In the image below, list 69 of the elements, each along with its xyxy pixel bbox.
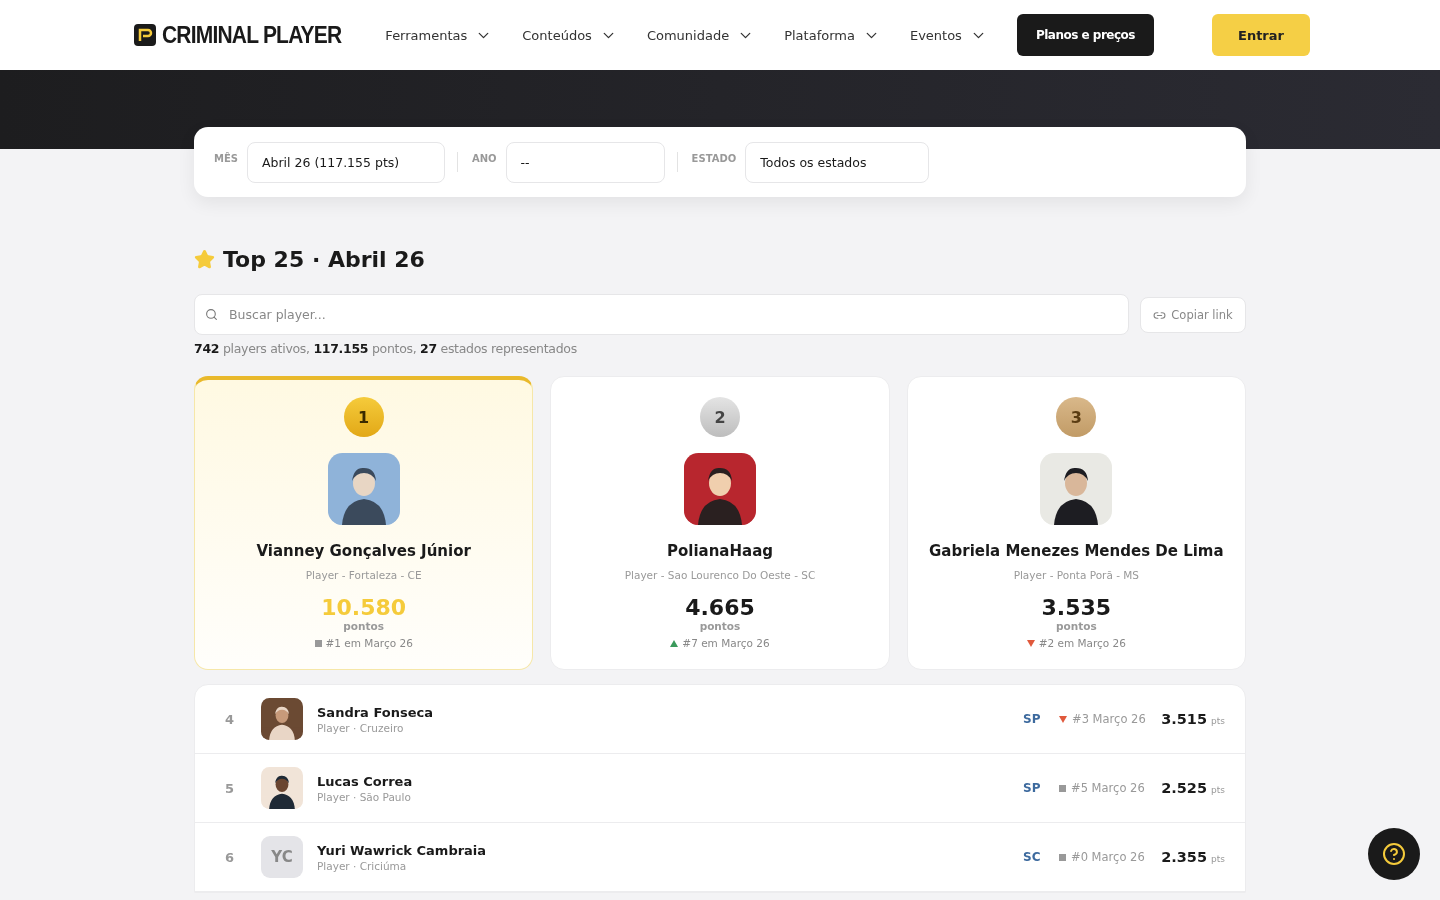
square-icon [1059, 853, 1066, 861]
player-subtitle: Player - Fortaleza - CE [305, 569, 422, 581]
points-label: pontos [699, 620, 741, 632]
player-subtitle: Player - Sao Lourenco Do Oeste - SC [624, 569, 816, 581]
search-field[interactable]: Buscar player... [194, 294, 1129, 335]
player-name: Lucas Correa [317, 773, 414, 789]
previous-rank: #0 Março 26 [1071, 850, 1145, 864]
rank-number: 4 [225, 711, 236, 727]
previous-rank: #1 em Março 26 [325, 637, 413, 649]
rank-medal: 1 [343, 397, 384, 437]
points-unit: pts [1211, 785, 1225, 795]
player-name: Sandra Fonseca [317, 704, 434, 720]
nav-menu[interactable]: Comunidade [646, 26, 755, 44]
star-icon [194, 249, 215, 270]
points-value: 2.525 [1161, 780, 1208, 796]
previous-rank: #5 Março 26 [1071, 781, 1145, 795]
filter-select[interactable]: Todos os estados [745, 142, 930, 183]
avatar-initials: YC [261, 836, 303, 878]
points-value: 4.665 [685, 595, 755, 620]
help-icon [1382, 842, 1406, 866]
search-icon [205, 308, 218, 321]
points-value: 10.580 [321, 595, 407, 620]
nav-menu[interactable]: Ferramentas [385, 26, 493, 44]
copy-link-button[interactable]: Copiar link [1140, 297, 1246, 333]
help-button[interactable] [1368, 828, 1420, 880]
points-unit: pts [1211, 716, 1225, 726]
nav-menu[interactable]: Conteúdos [522, 26, 617, 44]
previous-rank: #7 em Março 26 [682, 637, 770, 649]
up-triangle-icon [670, 639, 679, 647]
plans-button[interactable]: Planos e preços [1016, 14, 1154, 56]
player-name: Gabriela Menezes Mendes De Lima [929, 542, 1224, 560]
filter-label: ANO [472, 153, 497, 164]
points-value: 3.515 [1161, 711, 1208, 727]
points-label: pontos [1056, 620, 1097, 632]
state-code: SP [1023, 712, 1042, 726]
player-subtitle: Player - Ponta Porã - MS [1013, 569, 1139, 581]
down-triangle-icon [1026, 639, 1035, 647]
player-subtitle: Player · Cruzeiro [317, 721, 405, 734]
player-subtitle: Player · Criciúma [317, 859, 408, 872]
state-code: SP [1023, 781, 1042, 795]
square-icon [1059, 784, 1066, 792]
state-code: SC [1023, 850, 1042, 864]
previous-rank: #3 Março 26 [1072, 712, 1146, 726]
rank-number: 6 [225, 849, 236, 865]
points-label: pontos [343, 620, 384, 632]
player-name: PolianaHaag [666, 542, 773, 560]
logo-icon [134, 24, 156, 46]
rank-medal: 2 [700, 397, 740, 437]
player-name: Vianney Gonçalves Júnior [256, 542, 471, 560]
player-subtitle: Player · São Paulo [317, 790, 412, 803]
filter-select[interactable]: -- [505, 142, 665, 183]
page-heading: Top 25 · Abril 26 [223, 247, 425, 272]
previous-rank: #2 em Março 26 [1038, 637, 1126, 649]
square-icon [314, 639, 322, 647]
points-value: 3.535 [1041, 595, 1112, 620]
filter-select[interactable]: Abril 26 (117.155 pts) [247, 142, 445, 183]
points-unit: pts [1211, 854, 1225, 864]
nav-menu[interactable]: Eventos [909, 26, 987, 44]
rank-medal: 3 [1056, 397, 1097, 437]
logo-text: CRIMINAL PLAYER [162, 21, 342, 49]
points-value: 2.355 [1161, 849, 1208, 865]
rank-number: 5 [225, 780, 236, 796]
login-button[interactable]: Entrar [1212, 14, 1310, 56]
stats-text: 742 players ativos, 117.155 pontos, 27 estados representados [194, 341, 578, 356]
down-triangle-icon [1059, 715, 1067, 723]
filter-label: ESTADO [691, 153, 737, 164]
nav-menu[interactable]: Plataforma [784, 26, 880, 44]
player-name: Yuri Wawrick Cambraia [317, 842, 488, 858]
filter-label: MÊS [214, 153, 238, 164]
